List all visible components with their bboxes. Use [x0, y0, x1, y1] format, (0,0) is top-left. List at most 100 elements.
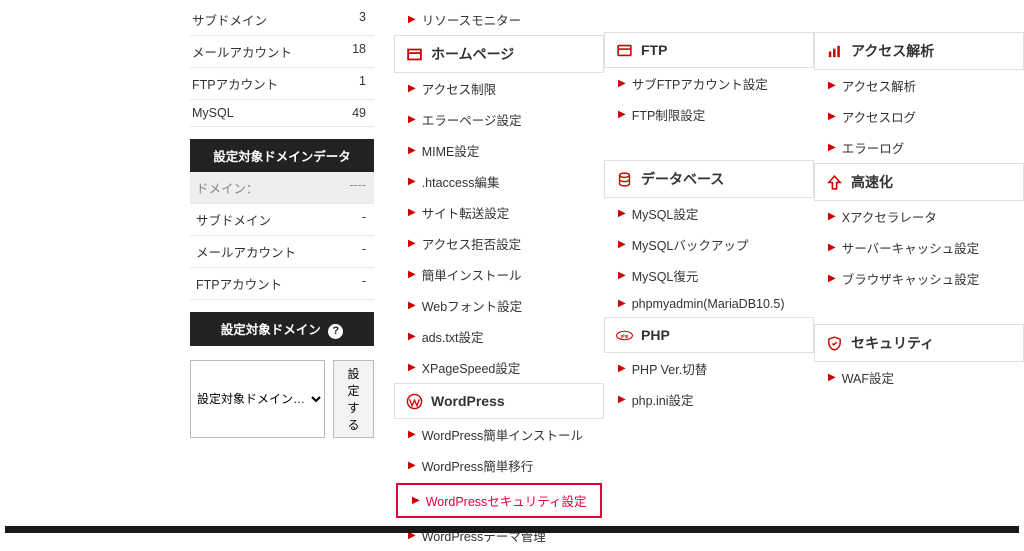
- stat-value: 1: [336, 74, 366, 93]
- domain-label: ドメイン：: [196, 178, 259, 197]
- chevron-right-icon: ▶: [828, 143, 836, 153]
- menu-item[interactable]: ▶ FTP制限設定: [604, 99, 814, 130]
- domain-value: -: [362, 274, 366, 293]
- homepage-icon: [405, 45, 423, 63]
- menu-item[interactable]: ▶ MIME設定: [394, 135, 604, 166]
- domain-row: メールアカウント -: [190, 236, 374, 268]
- domain-select[interactable]: 設定対象ドメイン…: [190, 360, 325, 438]
- ftp-icon: [615, 41, 633, 59]
- menu-item[interactable]: ▶PHP Ver.切替: [604, 353, 814, 384]
- menu-item[interactable]: ▶ アクセス拒否設定: [394, 228, 604, 259]
- item-label: リソースモニター: [422, 10, 521, 29]
- chevron-right-icon: ▶: [408, 84, 416, 94]
- chevron-right-icon: ▶: [408, 430, 416, 440]
- domain-select-header: 設定対象ドメイン ?: [190, 312, 374, 346]
- menu-item[interactable]: ▶ アクセス制限: [394, 73, 604, 104]
- menu-item[interactable]: ▶MySQL設定: [604, 198, 814, 229]
- category-ftp[interactable]: FTP: [604, 32, 814, 68]
- menu-item[interactable]: ▶WordPressテーマ管理: [394, 520, 604, 551]
- menu-item[interactable]: ▶XPageSpeed設定: [394, 352, 604, 383]
- stat-label: FTPアカウント: [192, 74, 278, 93]
- help-icon[interactable]: ?: [328, 324, 343, 339]
- chevron-right-icon: ▶: [828, 212, 836, 222]
- chevron-right-icon: ▶: [618, 110, 626, 120]
- menu-item[interactable]: ▶簡単インストール: [394, 259, 604, 290]
- stat-value: 3: [336, 10, 366, 29]
- category-php[interactable]: php PHP: [604, 317, 814, 353]
- item-label: Xアクセラレータ: [842, 207, 937, 226]
- category-security[interactable]: セキュリティ: [814, 324, 1024, 362]
- domain-label: サブドメイン: [196, 210, 271, 229]
- domain-value: ----: [349, 178, 366, 197]
- stat-label: メールアカウント: [192, 42, 292, 61]
- chevron-right-icon: ▶: [618, 299, 626, 309]
- category-wordpress[interactable]: WordPress: [394, 383, 604, 419]
- item-label: MIME設定: [422, 141, 480, 160]
- menu-item[interactable]: ▶MySQL復元: [604, 260, 814, 291]
- menu-item[interactable]: ▶ ブラウザキャッシュ設定: [814, 263, 1024, 294]
- col-ftp-db-php: FTP ▶サブFTPアカウント設定 ▶FTP制限設定 データベース ▶MySQL…: [604, 4, 814, 551]
- menu-item[interactable]: ▶サーバーキャッシュ設定: [814, 232, 1024, 263]
- category-title: WordPress: [431, 393, 505, 409]
- menu-item[interactable]: ▶エラーページ設定: [394, 104, 604, 135]
- category-analytics[interactable]: アクセス解析: [814, 32, 1024, 70]
- menu-item[interactable]: ▶WordPress簡単移行: [394, 450, 604, 481]
- category-speed[interactable]: 高速化: [814, 163, 1024, 201]
- menu-item[interactable]: ▶ phpmyadmin(MariaDB10.5): [604, 291, 814, 317]
- item-label: MySQL復元: [632, 266, 699, 285]
- chevron-right-icon: ▶: [408, 115, 416, 125]
- menu-item[interactable]: ▶WAF設定: [814, 362, 1024, 393]
- chevron-right-icon: ▶: [408, 146, 416, 156]
- svg-text:php: php: [620, 333, 628, 338]
- menu-item[interactable]: ▶WordPress簡単インストール: [394, 419, 604, 450]
- item-label: 簡単インストール: [422, 265, 522, 284]
- col-homepage-wordpress: ▶ リソースモニター ホームページ ▶ アクセス制限 ▶エラーページ設定 ▶ MIM…: [394, 4, 604, 551]
- category-title: FTP: [641, 42, 667, 58]
- set-domain-button[interactable]: 設定する: [333, 360, 374, 438]
- chevron-right-icon: ▶: [828, 373, 836, 383]
- menu-item[interactable]: ▶Webフォント設定: [394, 290, 604, 321]
- php-icon: php: [615, 326, 633, 344]
- menu-item-resource-monitor[interactable]: ▶ リソースモニター: [394, 4, 604, 35]
- category-title: データベース: [641, 169, 724, 189]
- item-label: エラーログ: [842, 138, 905, 157]
- menu-item[interactable]: ▶php.ini設定: [604, 384, 814, 415]
- speed-icon: [825, 173, 843, 191]
- item-label: php.ini設定: [632, 390, 694, 409]
- menu-item[interactable]: ▶サブFTPアカウント設定: [604, 68, 814, 99]
- menu-item[interactable]: ▶アクセスログ: [814, 101, 1024, 132]
- item-label: サブFTPアカウント設定: [632, 74, 768, 93]
- category-database[interactable]: データベース: [604, 160, 814, 198]
- shield-icon: [825, 334, 843, 352]
- chevron-right-icon: ▶: [408, 239, 416, 249]
- menu-item[interactable]: ▶.htaccess編集: [394, 166, 604, 197]
- item-label: アクセス制限: [422, 79, 496, 98]
- item-label: MySQLバックアップ: [632, 235, 749, 254]
- chevron-right-icon: ▶: [412, 496, 420, 506]
- item-label: アクセス解析: [842, 76, 916, 95]
- item-label: アクセス拒否設定: [422, 234, 521, 253]
- chevron-right-icon: ▶: [618, 209, 626, 219]
- item-label: WordPress簡単移行: [422, 456, 534, 475]
- item-label: FTP制限設定: [632, 105, 706, 124]
- item-label: .htaccess編集: [422, 172, 500, 191]
- menu-item[interactable]: ▶ads.txt設定: [394, 321, 604, 352]
- chevron-right-icon: ▶: [828, 274, 836, 284]
- menu-item-wp-security[interactable]: ▶WordPressセキュリティ設定: [396, 483, 602, 518]
- stat-value: 49: [336, 106, 366, 120]
- stat-label: MySQL: [192, 106, 234, 120]
- menu-item[interactable]: ▶ Xアクセラレータ: [814, 201, 1024, 232]
- menu-item[interactable]: ▶サイト転送設定: [394, 197, 604, 228]
- domain-label: メールアカウント: [196, 242, 296, 261]
- category-homepage[interactable]: ホームページ: [394, 35, 604, 73]
- category-title: 高速化: [851, 172, 893, 192]
- stat-row: FTPアカウント 1: [190, 68, 374, 100]
- menu-item[interactable]: ▶MySQLバックアップ: [604, 229, 814, 260]
- stat-row: メールアカウント 18: [190, 36, 374, 68]
- col-analytics-speed-security: アクセス解析 ▶アクセス解析 ▶アクセスログ ▶エラーログ 高速化 ▶Xアクセラ…: [814, 4, 1024, 551]
- menu-item[interactable]: ▶アクセス解析: [814, 70, 1024, 101]
- menu-item[interactable]: ▶ エラーログ: [814, 132, 1024, 163]
- item-label: phpmyadmin(MariaDB10.5): [632, 297, 785, 311]
- item-label: ブラウザキャッシュ設定: [842, 269, 980, 288]
- category-title: アクセス解析: [851, 41, 934, 61]
